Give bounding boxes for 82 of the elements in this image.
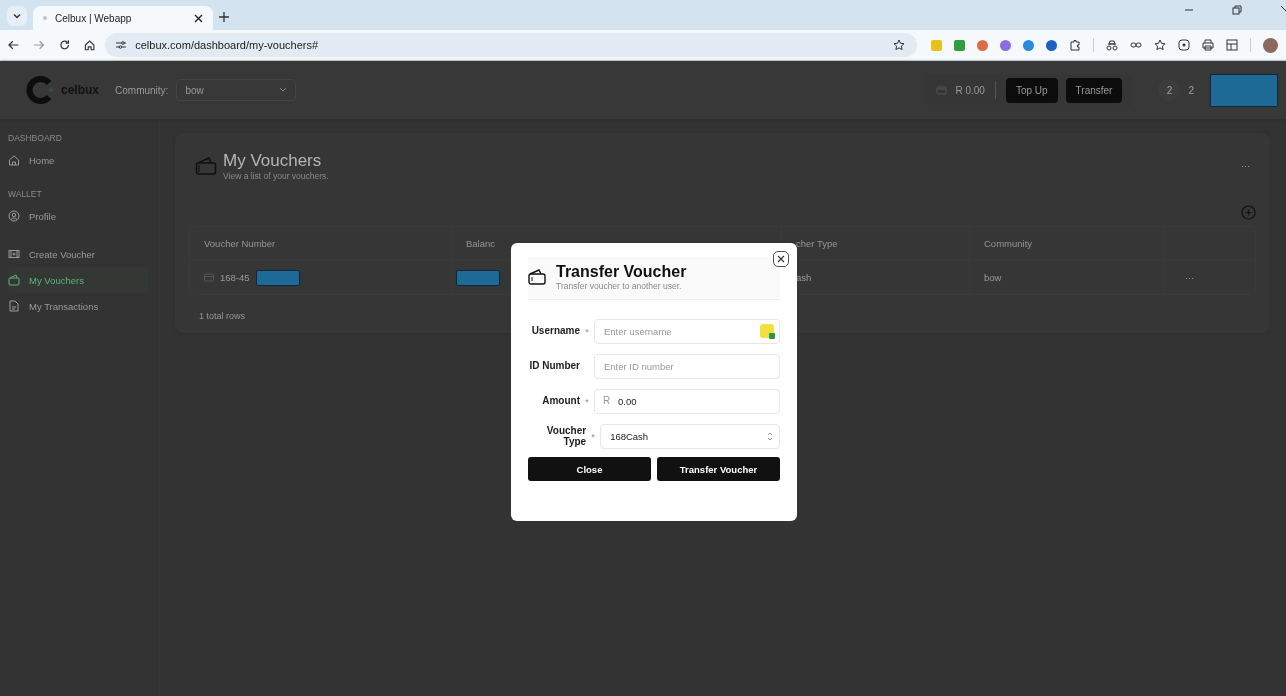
column-header: Voucher Number (190, 227, 452, 260)
select-field[interactable]: 168Cash (600, 424, 780, 449)
puzzle-icon[interactable] (1069, 39, 1081, 51)
favicon-icon (43, 16, 47, 20)
table-cell: 168-45 (220, 272, 250, 283)
reload-icon[interactable] (58, 39, 70, 51)
dialog-title: Transfer Voucher (556, 263, 687, 281)
incognito-icon[interactable] (1106, 39, 1118, 51)
chevron-down-icon (279, 87, 288, 93)
page-title: My Vouchers (223, 151, 323, 171)
redaction-block (255, 269, 300, 286)
header-button[interactable]: Transfer (1065, 77, 1123, 103)
tab-title: Celbux | Webapp (55, 12, 133, 24)
profile-avatar[interactable] (1263, 37, 1278, 53)
site-settings-icon[interactable] (115, 40, 128, 50)
back-icon[interactable] (8, 39, 20, 51)
balance-text: R 0.00 (955, 84, 985, 96)
sidebar-item[interactable]: My Vouchers (8, 267, 148, 293)
section-heading: WALLET (8, 188, 43, 201)
address-bar[interactable]: celbux.com/dashboard/my-vouchers# (105, 33, 917, 57)
field-label: Voucher Type (545, 426, 587, 447)
home-icon[interactable] (83, 39, 96, 51)
row-actions-button[interactable]: ··· (1179, 271, 1200, 284)
sidebar-item[interactable]: Create Voucher (8, 241, 148, 267)
community-label: Community: (115, 84, 169, 96)
close-icon[interactable] (194, 13, 203, 23)
required-mark: * (585, 396, 589, 407)
page-subtitle: View a list of your vouchers. (223, 171, 329, 181)
bookmark-star-icon[interactable] (893, 39, 905, 51)
browser-tab[interactable]: Celbux | Webapp (33, 6, 213, 30)
input-field[interactable]: Enter username (594, 319, 780, 344)
dialog-button[interactable]: Close (528, 457, 651, 481)
user-circle-icon (8, 210, 20, 222)
more-button[interactable]: ··· (1235, 160, 1256, 172)
home-icon (8, 154, 20, 166)
column-header: Community (970, 227, 1165, 260)
redaction-block (456, 269, 500, 286)
chevron-down-icon (12, 11, 22, 21)
row-count: 1 total rows (198, 310, 247, 321)
dialog-button[interactable]: Transfer Voucher (657, 457, 780, 481)
redaction-block (1210, 73, 1278, 107)
card-icon (204, 273, 214, 282)
currency-symbol: R (603, 395, 611, 406)
link-icon[interactable] (1130, 39, 1142, 51)
side-panel-icon[interactable] (1226, 39, 1238, 51)
screenshot-icon[interactable] (1178, 39, 1190, 51)
required-mark: * (591, 431, 595, 442)
close-button[interactable] (773, 251, 789, 267)
community-select[interactable]: bow (176, 79, 297, 101)
logo-icon (25, 75, 55, 105)
avatar[interactable]: 2 (1158, 79, 1181, 101)
wallet-icon (195, 156, 217, 176)
extension-icon[interactable] (1046, 39, 1057, 51)
table-cell: bow (970, 261, 1165, 294)
extension-icon[interactable] (977, 39, 988, 51)
bookmarks-icon[interactable] (1154, 39, 1166, 51)
dialog-subtitle: Transfer voucher to another user. (556, 281, 683, 291)
user-name[interactable]: 2 (1188, 84, 1194, 96)
ticket-icon (8, 248, 20, 260)
wallet-icon (528, 269, 546, 285)
tab-search-button[interactable] (7, 6, 27, 26)
sidebar-item[interactable]: Home (8, 147, 148, 173)
document-icon (8, 300, 20, 312)
new-tab-icon[interactable] (219, 12, 229, 22)
close-icon (777, 255, 785, 263)
extension-icon[interactable] (1023, 39, 1034, 51)
printer-icon[interactable] (1202, 39, 1214, 51)
field-label: Username (530, 326, 580, 337)
restore-icon[interactable] (1232, 5, 1242, 15)
sidebar-item[interactable]: My Transactions (8, 293, 148, 319)
sort-arrows-icon (767, 432, 773, 441)
field-label: ID Number (528, 361, 580, 372)
sidebar-item[interactable]: Profile (8, 203, 148, 229)
password-manager-icon[interactable] (760, 324, 774, 338)
required-mark: * (585, 326, 589, 337)
header-button[interactable]: Top Up (1005, 77, 1058, 103)
section-heading: DASHBOARD (8, 132, 63, 145)
wallet-icon (8, 274, 20, 286)
input-field[interactable]: Enter ID number (594, 354, 780, 379)
extension-icon[interactable] (954, 39, 965, 51)
field-label: Amount (541, 396, 580, 407)
extension-icon[interactable] (1000, 39, 1011, 51)
